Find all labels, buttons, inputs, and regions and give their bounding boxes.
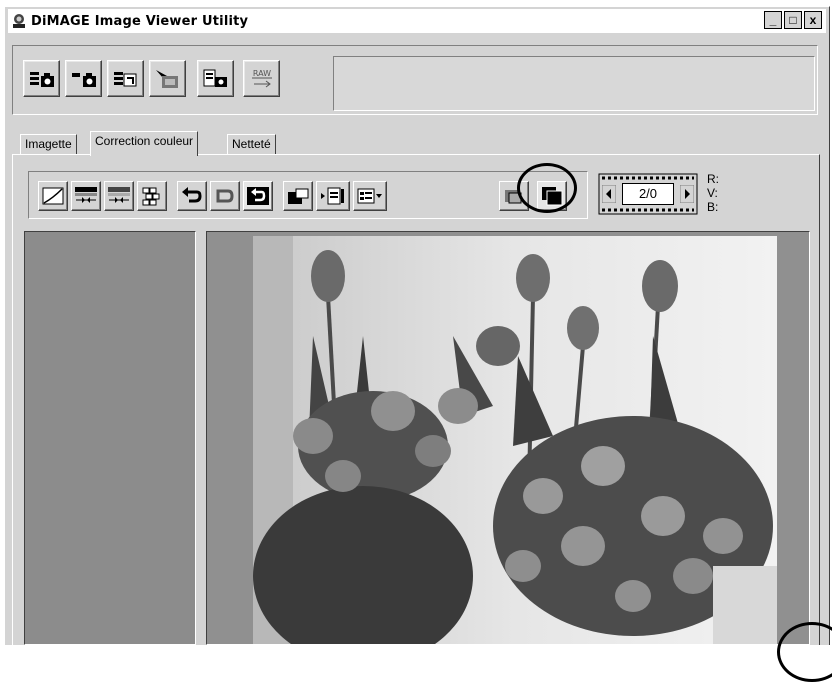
undo-button[interactable] — [177, 181, 207, 211]
brightness-contrast-icon — [75, 187, 97, 203]
corner-annotation — [777, 622, 832, 682]
rgb-readout: R: V: B: — [707, 172, 719, 214]
tone-curve-button[interactable] — [38, 181, 68, 211]
tab-nettete[interactable]: Netteté — [227, 134, 276, 154]
apply-to-file-button[interactable] — [316, 181, 350, 211]
raw-convert-button[interactable]: RAW — [243, 60, 280, 97]
undo-icon — [182, 187, 202, 203]
arrow-right-icon — [679, 184, 695, 204]
maximize-button[interactable]: □ — [784, 11, 802, 29]
settings-menu-button[interactable] — [353, 181, 387, 211]
image-processing-button[interactable] — [149, 60, 186, 97]
frame-number: 2/0 — [622, 183, 674, 205]
red-label: R: — [707, 172, 719, 186]
minimize-button[interactable]: _ — [764, 11, 782, 29]
settings-menu-icon — [357, 188, 382, 204]
close-button[interactable]: x — [804, 11, 822, 29]
variations-icon — [142, 187, 160, 206]
batch-convert-button[interactable] — [107, 60, 144, 97]
image-processing-icon — [156, 70, 178, 88]
camera-settings-button[interactable] — [197, 60, 234, 97]
histogram-panel — [24, 231, 196, 645]
flower-photo — [253, 236, 777, 644]
reset-button[interactable] — [243, 181, 273, 211]
redo-button[interactable] — [210, 181, 240, 211]
variations-button[interactable] — [137, 181, 167, 211]
svg-text:RAW: RAW — [253, 69, 271, 78]
highlight-annotation — [517, 163, 577, 213]
tab-imagette[interactable]: Imagette — [20, 134, 77, 154]
main-toolbar: RAW — [12, 45, 818, 115]
blue-label: B: — [707, 200, 719, 214]
import-camera-button[interactable] — [23, 60, 60, 97]
status-display — [333, 56, 815, 111]
image-preview[interactable] — [206, 231, 810, 645]
export-camera-button[interactable] — [65, 60, 102, 97]
next-frame-button[interactable] — [679, 184, 695, 204]
frame-counter: 2/0 — [598, 172, 698, 216]
snapshot-icon — [288, 188, 309, 204]
redo-icon — [216, 189, 234, 203]
correction-toolbar — [28, 171, 588, 219]
apply-to-file-icon — [321, 187, 344, 205]
batch-convert-icon — [114, 72, 137, 87]
tone-curve-icon — [42, 187, 64, 205]
camera-settings-icon — [203, 69, 227, 87]
app-logo-icon — [13, 14, 25, 28]
snapshot-button[interactable] — [283, 181, 313, 211]
previous-frame-button[interactable] — [601, 184, 617, 204]
import-camera-icon — [30, 72, 54, 87]
window-title: DiMAGE Image Viewer Utility — [31, 13, 249, 29]
raw-convert-icon: RAW — [252, 69, 272, 88]
green-label: V: — [707, 186, 718, 200]
export-camera-icon — [72, 73, 96, 87]
color-balance-button[interactable] — [104, 181, 134, 211]
tab-correction-couleur[interactable]: Correction couleur — [90, 131, 199, 156]
brightness-contrast-button[interactable] — [71, 181, 101, 211]
color-balance-icon — [108, 187, 130, 203]
title-bar[interactable]: DiMAGE Image Viewer Utility _ □ x — [8, 9, 826, 33]
reset-icon — [247, 187, 269, 205]
arrow-left-icon — [601, 184, 617, 204]
